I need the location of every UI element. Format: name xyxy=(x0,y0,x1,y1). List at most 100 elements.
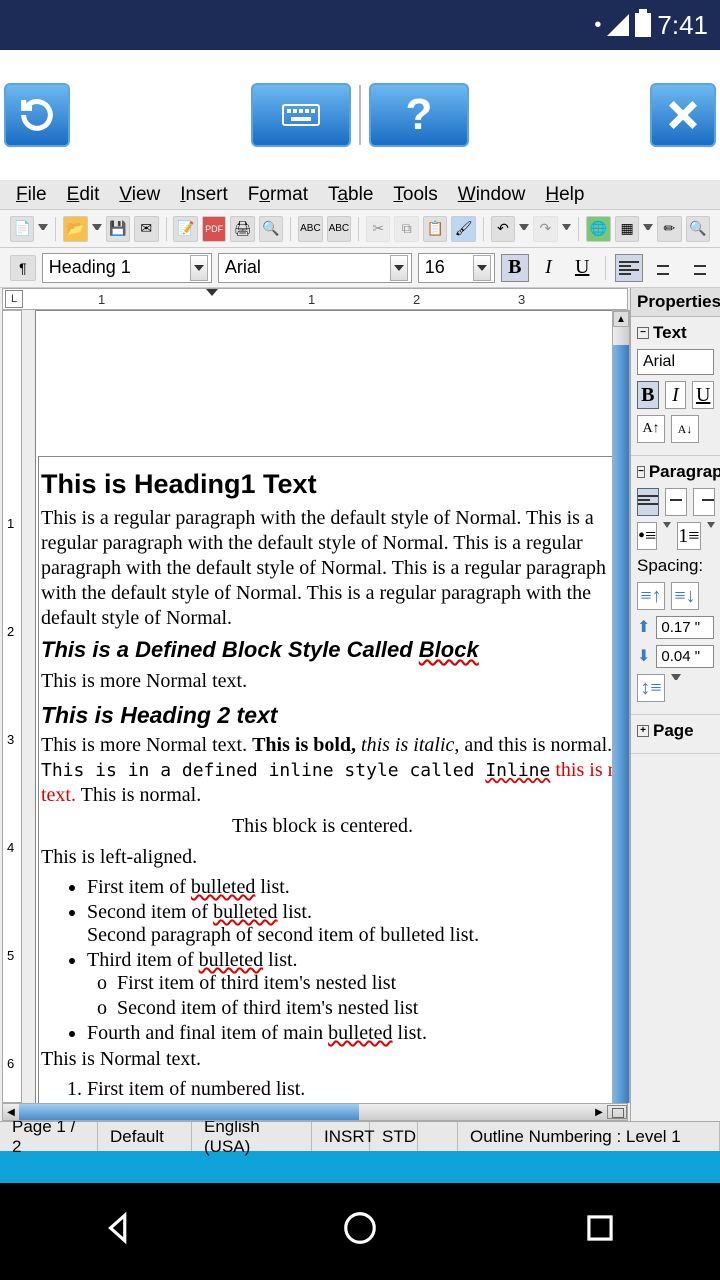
sb-bold-button[interactable]: B xyxy=(637,381,659,409)
status-insert-mode[interactable]: INSRT xyxy=(312,1122,370,1151)
new-doc-icon[interactable]: 📄 xyxy=(10,216,34,242)
scroll-right-button[interactable]: ▶ xyxy=(591,1104,607,1120)
sidebar-font-field[interactable] xyxy=(637,349,714,375)
bold-button[interactable]: B xyxy=(501,254,529,282)
align-center-button[interactable] xyxy=(649,254,677,282)
vertical-ruler[interactable]: 1 2 3 4 5 6 xyxy=(2,310,22,1103)
status-page[interactable]: Page 1 / 2 xyxy=(0,1122,98,1151)
text-section-header[interactable]: −Text xyxy=(637,323,714,343)
back-button[interactable] xyxy=(101,1209,139,1252)
keyboard-button[interactable] xyxy=(251,83,351,147)
table-dropdown[interactable] xyxy=(643,224,653,234)
italic-button[interactable]: I xyxy=(535,254,563,282)
edit-file-icon[interactable]: 📝 xyxy=(173,216,197,242)
cut-icon[interactable]: ✂ xyxy=(366,216,390,242)
table-icon[interactable]: ▦ xyxy=(615,216,639,242)
sb-italic-button[interactable]: I xyxy=(665,381,687,409)
status-selection-mode[interactable]: STD xyxy=(370,1122,418,1151)
page-section-header[interactable]: +Page xyxy=(637,721,714,741)
find-icon[interactable]: 🔍 xyxy=(686,216,710,242)
spellcheck-icon[interactable]: ABC xyxy=(298,216,322,242)
sb-align-right[interactable] xyxy=(693,488,715,516)
autospell-icon[interactable]: ABC xyxy=(327,216,351,242)
sidebar-title: Properties xyxy=(631,288,720,317)
reload-button[interactable] xyxy=(4,83,70,147)
new-dropdown[interactable] xyxy=(38,224,48,234)
horizontal-scrollbar[interactable]: ◀ ▶ xyxy=(2,1103,628,1121)
clock: 7:41 xyxy=(657,10,708,41)
horizontal-ruler[interactable]: L 1 1 2 3 xyxy=(2,288,628,310)
status-style[interactable]: Default xyxy=(98,1122,192,1151)
paragraph-style-combo[interactable]: Heading 1 xyxy=(42,253,212,283)
scroll-left-button[interactable]: ◀ xyxy=(3,1104,19,1120)
app-bottom-strip xyxy=(0,1151,720,1183)
menu-view[interactable]: View xyxy=(111,182,168,208)
status-outline[interactable]: Outline Numbering : Level 1 xyxy=(458,1122,720,1151)
underline-button[interactable]: U xyxy=(568,254,596,282)
document-page[interactable]: This is Heading1 Text This is a regular … xyxy=(35,310,630,1103)
close-button[interactable] xyxy=(650,83,716,147)
spacing-above-field[interactable] xyxy=(656,616,714,639)
align-left-button[interactable] xyxy=(615,254,643,282)
undo-icon[interactable]: ↶ xyxy=(491,216,515,242)
scroll-up-button[interactable]: ▲ xyxy=(613,311,629,327)
undo-dropdown[interactable] xyxy=(519,224,529,234)
status-sig[interactable] xyxy=(418,1122,458,1151)
preview-icon[interactable]: 🔍 xyxy=(259,216,283,242)
sb-grow-font-button[interactable]: A↑ xyxy=(637,415,665,443)
nested-item: Second item of third item's nested list xyxy=(117,997,630,1020)
spacing-below-field[interactable] xyxy=(656,645,714,668)
paragraph: This is more Normal text. xyxy=(41,669,630,694)
statusbar: Page 1 / 2 Default English (USA) INSRT S… xyxy=(0,1121,720,1151)
paragraph-section-header[interactable]: −Paragraph xyxy=(637,462,714,482)
vertical-scrollbar[interactable]: ▲ xyxy=(612,310,630,1103)
menu-help[interactable]: Help xyxy=(537,182,592,208)
sb-align-left[interactable] xyxy=(637,488,659,516)
align-right-button[interactable] xyxy=(682,254,710,282)
menu-format[interactable]: Format xyxy=(240,182,316,208)
redo-dropdown[interactable] xyxy=(562,224,572,234)
menu-insert[interactable]: Insert xyxy=(172,182,236,208)
sb-dec-spacing[interactable]: ≡↓ xyxy=(671,582,699,610)
indent-marker[interactable] xyxy=(206,289,218,297)
menu-edit[interactable]: Edit xyxy=(59,182,108,208)
draw-icon[interactable]: ✏ xyxy=(657,216,681,242)
help-button[interactable]: ? xyxy=(369,83,469,147)
scroll-thumb[interactable] xyxy=(613,345,629,1103)
status-language[interactable]: English (USA) xyxy=(192,1122,312,1151)
print-icon[interactable]: 🖨 xyxy=(230,216,254,242)
copy-icon[interactable]: ⧉ xyxy=(394,216,418,242)
menu-file[interactable]: File xyxy=(8,182,55,208)
ruler-corner[interactable]: L xyxy=(5,290,23,308)
sb-inc-spacing[interactable]: ≡↑ xyxy=(637,582,665,610)
sb-bullets-button[interactable]: •≡ xyxy=(637,522,657,550)
recents-button[interactable] xyxy=(581,1209,619,1252)
open-icon[interactable]: 📂 xyxy=(63,216,87,242)
email-icon[interactable]: ✉ xyxy=(134,216,158,242)
styles-icon[interactable]: ¶ xyxy=(10,255,36,281)
sb-shrink-font-button[interactable]: A↓ xyxy=(671,415,699,443)
sb-numbering-button[interactable]: 1≡ xyxy=(677,522,700,550)
sb-underline-button[interactable]: U xyxy=(692,381,714,409)
menu-table[interactable]: Table xyxy=(320,182,381,208)
menu-tools[interactable]: Tools xyxy=(385,182,445,208)
document-scroll[interactable]: 1 2 3 4 5 6 This is Heading1 Text This i… xyxy=(0,310,630,1103)
menu-window[interactable]: Window xyxy=(450,182,534,208)
font-size-combo[interactable]: 16 xyxy=(418,253,495,283)
format-paint-icon[interactable]: 🖌 xyxy=(451,216,475,242)
paste-icon[interactable]: 📋 xyxy=(423,216,447,242)
sb-align-center[interactable] xyxy=(665,488,687,516)
spacing-label: Spacing: xyxy=(637,556,714,576)
numbered-list: First item of numbered list. Second item… xyxy=(87,1078,630,1103)
pdf-icon[interactable]: PDF xyxy=(202,216,226,242)
redo-icon[interactable]: ↷ xyxy=(533,216,557,242)
font-name-combo[interactable]: Arial xyxy=(218,253,412,283)
save-icon[interactable]: 💾 xyxy=(106,216,130,242)
split-handle[interactable] xyxy=(607,1105,627,1119)
home-button[interactable] xyxy=(341,1209,379,1252)
formatting-toolbar: ¶ Heading 1 Arial 16 B I U xyxy=(0,248,720,288)
open-dropdown[interactable] xyxy=(92,224,102,234)
sb-line-spacing[interactable]: ↕≡ xyxy=(637,674,665,702)
hyperlink-icon[interactable]: 🌐 xyxy=(586,216,610,242)
hscroll-thumb[interactable] xyxy=(19,1104,359,1120)
